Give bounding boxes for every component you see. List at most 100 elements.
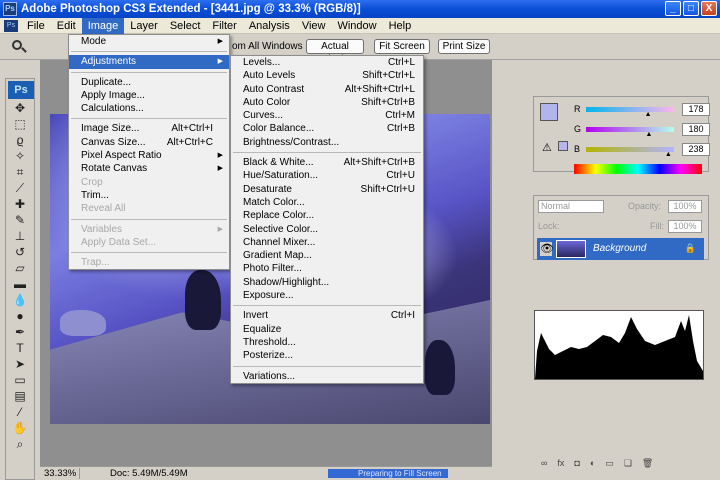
close-button[interactable]: X [701,1,717,16]
slice-icon[interactable]: ⟋ [10,181,30,195]
image-menu-item-adjustments[interactable]: Adjustments ▶ [69,55,229,69]
fill-field[interactable]: 100% [668,220,702,233]
type-icon[interactable]: T [10,341,30,355]
adjustments-item-desaturate[interactable]: Desaturate Shift+Ctrl+U [231,183,423,196]
image-menu-item-trim[interactable]: Trim... [69,189,229,202]
fit-screen-button[interactable]: Fit Screen [374,39,430,54]
adjustments-item-selective-color[interactable]: Selective Color... [231,223,423,236]
adjustments-item-brightness-contrast[interactable]: Brightness/Contrast... [231,136,423,149]
dodge-icon[interactable]: ● [10,309,30,323]
channel-value-field[interactable]: 178 [682,102,710,116]
hand-icon[interactable]: ✋ [10,421,30,435]
new-layer-icon[interactable]: ❏ [624,458,632,472]
channel-value-field[interactable]: 180 [682,122,710,136]
slider-knob-icon[interactable]: ▲ [645,111,652,118]
slider-knob-icon[interactable]: ▲ [645,131,652,138]
adjustments-item-invert[interactable]: Invert Ctrl+I [231,309,423,322]
layer-name[interactable]: Background [593,243,646,254]
actual-pixels-button[interactable]: Actual Pixels [306,39,364,65]
opacity-field[interactable]: 100% [668,200,702,213]
channel-track[interactable]: ▲ [586,146,674,158]
menu-help[interactable]: Help [383,18,418,34]
adjustments-item-gradient-map[interactable]: Gradient Map... [231,249,423,262]
eye-visibility-icon[interactable]: 👁 [540,242,554,256]
crop-icon[interactable]: ⌗ [10,165,30,179]
marquee-icon[interactable]: ⬚ [10,117,30,131]
adjustments-item-threshold[interactable]: Threshold... [231,336,423,349]
healing-icon[interactable]: ✚ [10,197,30,211]
layer-mask-icon[interactable]: ◘ [574,458,579,472]
history-brush-icon[interactable]: ↺ [10,245,30,259]
adjustments-item-auto-color[interactable]: Auto Color Shift+Ctrl+B [231,96,423,109]
layer-style-icon[interactable]: fx [557,458,564,472]
adjustments-item-photo-filter[interactable]: Photo Filter... [231,262,423,275]
adjustments-item-channel-mixer[interactable]: Channel Mixer... [231,236,423,249]
brush-icon[interactable]: ✎ [10,213,30,227]
adjustments-item-posterize[interactable]: Posterize... [231,349,423,362]
channel-value-field[interactable]: 238 [682,142,710,156]
minimize-button[interactable]: _ [665,1,681,16]
adjustments-item-replace-color[interactable]: Replace Color... [231,209,423,222]
adjustments-item-shadow-highlight[interactable]: Shadow/Highlight... [231,276,423,289]
menu-file[interactable]: File [21,18,51,34]
link-layers-icon[interactable]: ∞ [541,458,547,472]
clone-stamp-icon[interactable]: ⊥ [10,229,30,243]
channel-track[interactable]: ▲ [586,106,674,118]
image-menu-item-pixel-aspect-ratio[interactable]: Pixel Aspect Ratio ▶ [69,149,229,162]
adjustment-layer-icon[interactable]: ◐ [590,458,595,472]
shape-icon[interactable]: ▭ [10,373,30,387]
image-menu-item-image-size[interactable]: Image Size... Alt+Ctrl+I [69,122,229,135]
doc-size[interactable]: Doc: 5.49M/5.49M [80,468,260,479]
magic-wand-icon[interactable]: ✧ [10,149,30,163]
menu-view[interactable]: View [296,18,332,34]
foreground-color-swatch[interactable] [540,103,558,121]
layer-row-background[interactable]: 👁 Background 🔒 [537,238,704,260]
adjustments-item-equalize[interactable]: Equalize [231,323,423,336]
image-menu-item-calculations[interactable]: Calculations... [69,102,229,115]
adjustments-item-auto-levels[interactable]: Auto Levels Shift+Ctrl+L [231,69,423,82]
adjustments-item-levels[interactable]: Levels... Ctrl+L [231,56,423,69]
image-menu-item-duplicate[interactable]: Duplicate... [69,76,229,89]
eraser-icon[interactable]: ▱ [10,261,30,275]
menu-select[interactable]: Select [164,18,207,34]
image-menu-item-rotate-canvas[interactable]: Rotate Canvas ▶ [69,162,229,175]
image-menu-item-mode[interactable]: Mode ▶ [69,35,229,48]
photoshop-app-icon[interactable]: Ps [3,2,17,16]
color-spectrum-ramp[interactable] [574,164,702,174]
menu-edit[interactable]: Edit [51,18,82,34]
adjustments-item-exposure[interactable]: Exposure... [231,289,423,302]
gamut-warning-icon[interactable]: ⚠ [542,141,552,154]
adjustments-item-variations[interactable]: Variations... [231,370,423,383]
menu-layer[interactable]: Layer [124,18,164,34]
print-size-button[interactable]: Print Size [438,39,490,54]
zoom-all-windows-label[interactable]: om All Windows [232,41,303,52]
maximize-button[interactable]: □ [683,1,699,16]
adjustments-item-curves[interactable]: Curves... Ctrl+M [231,109,423,122]
image-menu-item-apply-image[interactable]: Apply Image... [69,89,229,102]
zoom-tool-icon[interactable] [12,40,22,50]
document-icon[interactable]: Ps [4,19,18,32]
delete-layer-icon[interactable]: 🗑 [642,458,653,472]
menu-analysis[interactable]: Analysis [243,18,296,34]
lasso-icon[interactable]: ϱ [10,133,30,147]
move-icon[interactable]: ✥ [10,101,30,115]
image-menu-item-canvas-size[interactable]: Canvas Size... Alt+Ctrl+C [69,136,229,149]
zoom-level[interactable]: 33.33% [40,468,80,479]
notes-icon[interactable]: ▤ [10,389,30,403]
adjustments-item-auto-contrast[interactable]: Auto Contrast Alt+Shift+Ctrl+L [231,83,423,96]
adjustments-item-match-color[interactable]: Match Color... [231,196,423,209]
group-icon[interactable]: ▭ [605,458,614,472]
adjustments-item-black-white[interactable]: Black & White... Alt+Shift+Ctrl+B [231,156,423,169]
gradient-icon[interactable]: ▬ [10,277,30,291]
adjustments-item-hue-saturation[interactable]: Hue/Saturation... Ctrl+U [231,169,423,182]
menu-filter[interactable]: Filter [206,18,242,34]
menu-window[interactable]: Window [331,18,382,34]
path-select-icon[interactable]: ➤ [10,357,30,371]
slider-knob-icon[interactable]: ▲ [665,151,672,158]
eyedropper-icon[interactable]: ⁄ [10,405,30,419]
gamut-color-swatch[interactable] [558,141,568,151]
blend-mode-select[interactable]: Normal [538,200,604,213]
blur-icon[interactable]: 💧 [10,293,30,307]
pen-icon[interactable]: ✒ [10,325,30,339]
zoom-icon[interactable]: ⌕ [10,437,30,451]
